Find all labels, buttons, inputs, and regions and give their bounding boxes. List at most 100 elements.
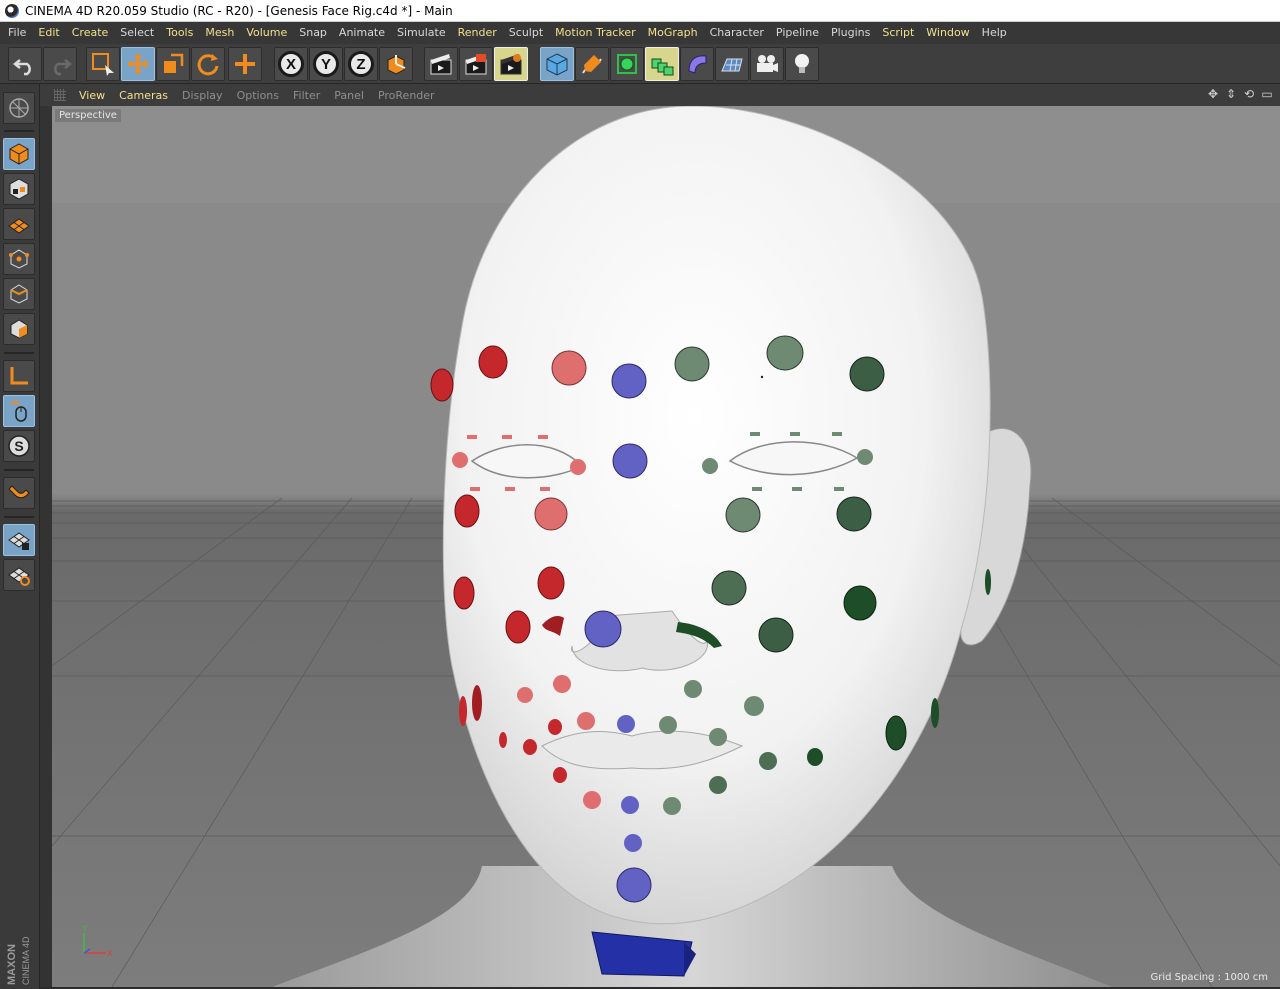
redo-button[interactable] <box>43 47 77 81</box>
menu-simulate[interactable]: Simulate <box>391 22 452 44</box>
cube-icon <box>546 53 568 76</box>
menu-character[interactable]: Character <box>704 22 770 44</box>
menu-pipeline[interactable]: Pipeline <box>770 22 825 44</box>
edges-mode-button[interactable] <box>3 278 35 310</box>
scale-tool-button[interactable] <box>156 47 190 81</box>
subdivision-icon <box>617 54 637 74</box>
polygons-mode-button[interactable] <box>3 313 35 345</box>
z-axis-lock-button[interactable]: Z <box>344 47 378 81</box>
points-mode-button[interactable] <box>3 243 35 275</box>
subdivision-surface-button[interactable] <box>610 47 644 81</box>
menu-snap[interactable]: Snap <box>293 22 333 44</box>
coordinate-system-button[interactable] <box>379 47 413 81</box>
clapboard-icon <box>430 54 452 75</box>
menu-window[interactable]: Window <box>920 22 975 44</box>
render-view-button[interactable] <box>424 47 458 81</box>
move-icon <box>127 53 149 75</box>
light-bulb-icon <box>795 54 809 73</box>
planar-workplane-button[interactable] <box>3 559 35 591</box>
tweak-mode-button[interactable] <box>3 395 35 427</box>
live-selection-button[interactable] <box>86 47 120 81</box>
camera-object-button[interactable] <box>750 47 784 81</box>
svg-text:CINEMA 4D: CINEMA 4D <box>21 936 31 985</box>
solo-s-icon: S <box>8 435 30 457</box>
render-settings-button[interactable] <box>494 47 528 81</box>
y-axis-icon: Y <box>313 51 339 77</box>
menu-volume[interactable]: Volume <box>240 22 293 44</box>
camera-icon <box>757 55 778 72</box>
solo-mode-button[interactable]: S <box>3 430 35 462</box>
camera-label[interactable]: Perspective <box>55 109 121 122</box>
undo-button[interactable] <box>8 47 42 81</box>
array-object-button[interactable] <box>645 47 679 81</box>
viewport-menu-prorender[interactable]: ProRender <box>371 89 442 102</box>
polygons-mode-icon <box>10 319 28 339</box>
clapboard-settings-icon <box>500 54 522 75</box>
locked-workplane-button[interactable] <box>3 524 35 556</box>
viewport-menu-options[interactable]: Options <box>230 89 286 102</box>
grid-spacing-readout: Grid Spacing : 1000 cm <box>1150 972 1268 983</box>
axis-mode-button[interactable] <box>3 360 35 392</box>
viewport-menu-cameras[interactable]: Cameras <box>112 89 175 102</box>
viewport-rotate-icon[interactable]: ⟲ <box>1242 87 1256 101</box>
menu-edit[interactable]: Edit <box>32 22 65 44</box>
left-tool-palette: S MAXON CINEMA 4D <box>0 84 40 989</box>
edges-mode-icon <box>10 284 28 304</box>
palette-separator <box>4 352 34 354</box>
viewport-menu-display[interactable]: Display <box>175 89 230 102</box>
main-menubar: File Edit Create Select Tools Mesh Volum… <box>0 22 1280 44</box>
menu-script[interactable]: Script <box>876 22 920 44</box>
menu-render[interactable]: Render <box>452 22 503 44</box>
menu-motion-tracker[interactable]: Motion Tracker <box>549 22 641 44</box>
menu-mesh[interactable]: Mesh <box>199 22 240 44</box>
bend-deformer-button[interactable] <box>680 47 714 81</box>
viewport-maximize-icon[interactable]: ▭ <box>1260 87 1274 101</box>
points-mode-icon <box>9 249 29 269</box>
make-editable-icon <box>9 98 29 118</box>
viewport-menu-view[interactable]: View <box>72 89 112 102</box>
make-editable-button[interactable] <box>3 92 35 124</box>
svg-text:MAXON: MAXON <box>6 944 18 985</box>
viewport-zoom-icon[interactable]: ⇕ <box>1224 87 1238 101</box>
move-tool-button[interactable] <box>121 47 155 81</box>
x-axis-lock-button[interactable]: X <box>274 47 308 81</box>
menu-plugins[interactable]: Plugins <box>825 22 876 44</box>
workplane-mode-button[interactable] <box>3 208 35 240</box>
pen-tool-button[interactable] <box>575 47 609 81</box>
viewport-grip-icon[interactable] <box>54 89 66 101</box>
menu-mograph[interactable]: MoGraph <box>642 22 704 44</box>
menu-sculpt[interactable]: Sculpt <box>503 22 549 44</box>
menu-create[interactable]: Create <box>66 22 115 44</box>
workplane-rotate-icon <box>8 567 30 586</box>
y-axis-lock-button[interactable]: Y <box>309 47 343 81</box>
light-object-button[interactable] <box>785 47 819 81</box>
menu-help[interactable]: Help <box>976 22 1013 44</box>
svg-text:S: S <box>14 438 23 454</box>
menu-tools[interactable]: Tools <box>160 22 199 44</box>
perspective-viewport[interactable]: Perspective Y X Grid Spacing : 1000 cm <box>52 106 1280 987</box>
menu-animate[interactable]: Animate <box>333 22 391 44</box>
model-mode-button[interactable] <box>3 138 35 170</box>
axis-l-icon <box>10 367 28 385</box>
palette-separator <box>4 516 34 518</box>
array-cubes-icon <box>651 58 674 76</box>
cube-object-button[interactable] <box>540 47 574 81</box>
workplane-icon <box>8 218 30 234</box>
scale-icon <box>164 53 184 73</box>
viewport-scene <box>52 106 1280 987</box>
texture-mode-button[interactable] <box>3 173 35 205</box>
recent-tool-button[interactable] <box>228 47 262 81</box>
menu-select[interactable]: Select <box>114 22 160 44</box>
viewport-menu-panel[interactable]: Panel <box>327 89 371 102</box>
window-title: CINEMA 4D R20.059 Studio (RC - R20) - [G… <box>25 3 453 18</box>
menu-file[interactable]: File <box>2 22 32 44</box>
viewport-move-icon[interactable]: ✥ <box>1206 87 1220 101</box>
snap-button[interactable] <box>3 477 35 509</box>
render-to-picture-viewer-button[interactable] <box>459 47 493 81</box>
x-axis-icon: X <box>278 51 304 77</box>
rotate-tool-button[interactable] <box>191 47 225 81</box>
undo-icon <box>12 59 31 76</box>
floor-object-button[interactable] <box>715 47 749 81</box>
viewport-menu-filter[interactable]: Filter <box>286 89 327 102</box>
window-titlebar: CINEMA 4D R20.059 Studio (RC - R20) - [G… <box>0 0 1280 22</box>
